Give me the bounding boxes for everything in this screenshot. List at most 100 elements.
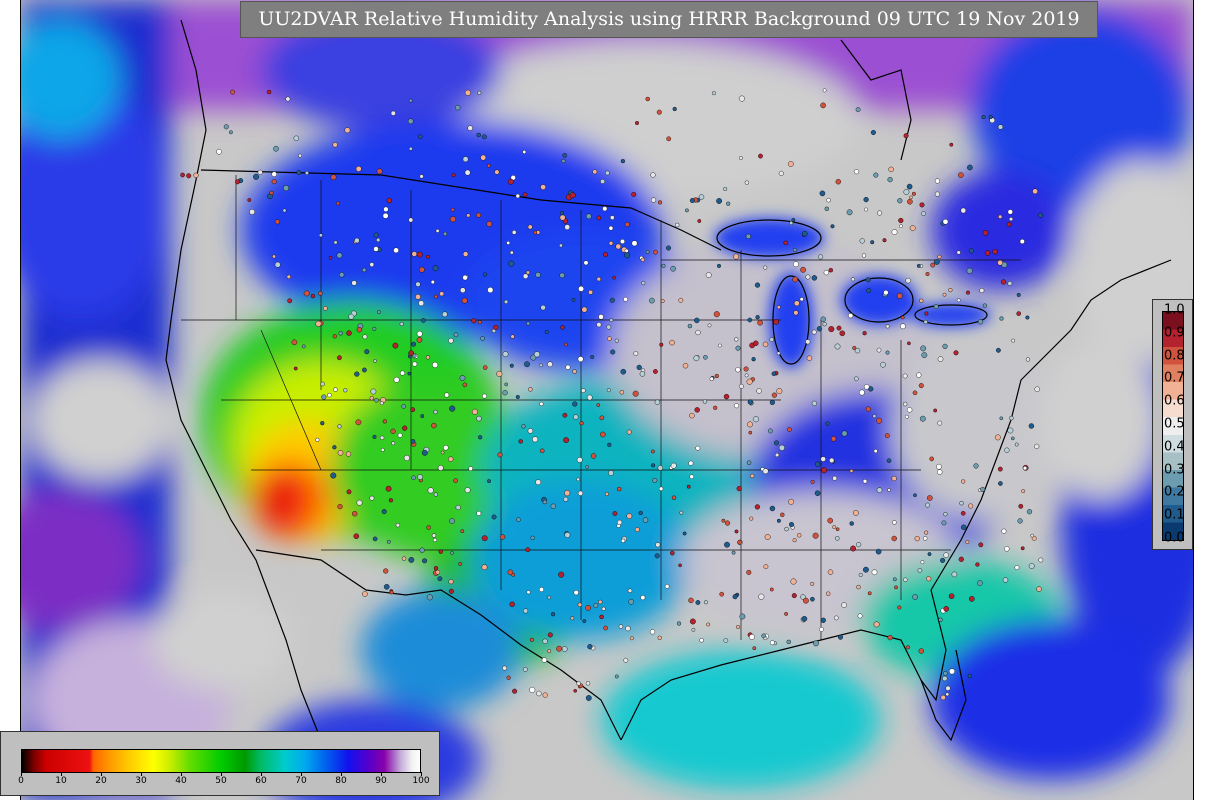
rh-colorbar-tick-label: 40 (175, 776, 187, 786)
observation-marker (333, 240, 338, 245)
observation-marker (960, 207, 967, 214)
observation-marker (921, 352, 928, 358)
observation-marker (927, 495, 933, 501)
observation-marker (559, 272, 565, 279)
observation-marker (891, 475, 897, 482)
observation-marker (510, 334, 515, 339)
observation-marker (919, 298, 924, 303)
observation-marker (530, 535, 535, 540)
observation-marker (558, 571, 565, 578)
observation-marker (864, 384, 870, 390)
observation-marker (836, 325, 842, 331)
observation-marker (689, 197, 695, 203)
observation-marker (561, 646, 568, 652)
observation-marker (956, 250, 961, 255)
observation-marker (916, 372, 922, 378)
observation-marker (825, 421, 830, 426)
observation-marker (590, 453, 597, 459)
observation-marker (1034, 443, 1040, 450)
observation-marker (373, 359, 377, 363)
observation-marker (749, 634, 755, 640)
observation-marker (966, 267, 973, 274)
observation-marker (401, 556, 407, 561)
observation-marker (635, 120, 640, 125)
observation-marker (810, 596, 815, 602)
observation-marker (494, 169, 500, 175)
observation-marker (564, 342, 568, 347)
observation-marker (851, 277, 856, 282)
observation-marker (522, 192, 528, 197)
observation-marker (228, 130, 233, 135)
observation-marker (427, 487, 434, 494)
rh-colorbar-tick-label: 50 (215, 776, 227, 786)
observation-marker (486, 163, 491, 168)
observation-marker (774, 440, 780, 446)
observation-marker (968, 503, 974, 509)
observation-marker (794, 300, 800, 307)
observation-marker (927, 552, 932, 556)
observation-marker (909, 225, 916, 232)
observation-marker (755, 315, 760, 320)
observation-marker (887, 177, 893, 183)
observation-marker (666, 245, 672, 251)
observation-marker (997, 124, 1004, 130)
observation-marker (689, 412, 695, 419)
observation-marker (317, 291, 323, 296)
observation-marker (411, 475, 416, 481)
observation-marker (925, 272, 930, 277)
observation-marker (953, 350, 959, 356)
observation-marker (547, 361, 553, 368)
observation-marker (934, 191, 940, 197)
observation-marker (690, 618, 696, 625)
observation-marker (880, 361, 886, 368)
observation-marker (745, 233, 752, 240)
observation-marker (435, 569, 441, 575)
observation-marker (905, 414, 909, 419)
observation-marker (507, 569, 514, 576)
observation-marker (356, 499, 363, 506)
observation-marker (666, 136, 672, 142)
observation-marker (598, 599, 603, 605)
observation-marker (1009, 217, 1014, 222)
observation-marker (464, 89, 471, 96)
observation-marker (506, 240, 511, 245)
observation-marker (624, 221, 630, 227)
observation-marker (624, 252, 630, 259)
observation-marker (734, 337, 739, 342)
observation-marker (333, 387, 338, 392)
observation-marker (657, 635, 662, 640)
observation-marker (403, 455, 410, 462)
humidity-map (21, 0, 1193, 800)
observation-marker (602, 206, 608, 212)
observation-marker (1014, 565, 1020, 570)
observation-marker (1019, 238, 1025, 244)
observation-marker (921, 211, 926, 216)
observation-marker (645, 96, 650, 102)
observation-marker (634, 527, 640, 532)
observation-marker (464, 487, 471, 493)
observation-marker (858, 572, 863, 577)
observation-marker (431, 422, 437, 429)
observation-marker (315, 320, 322, 327)
observation-marker (529, 686, 536, 693)
observation-marker (383, 568, 389, 574)
observation-marker (408, 350, 415, 356)
observation-marker (411, 341, 416, 347)
observation-marker (293, 135, 299, 142)
observation-marker (476, 415, 482, 422)
observation-marker (601, 606, 606, 611)
observation-marker (599, 614, 604, 620)
observation-marker (337, 424, 342, 429)
observation-marker (887, 634, 893, 641)
observation-marker (563, 437, 569, 443)
observation-marker (744, 180, 749, 185)
observation-marker (1007, 281, 1013, 286)
observation-marker (806, 355, 813, 361)
observation-marker (980, 486, 986, 492)
observation-marker (571, 297, 576, 302)
observation-marker (610, 349, 616, 355)
observation-marker (703, 600, 708, 605)
observation-marker (460, 529, 465, 534)
observation-marker (797, 533, 802, 538)
observation-marker (293, 366, 298, 371)
